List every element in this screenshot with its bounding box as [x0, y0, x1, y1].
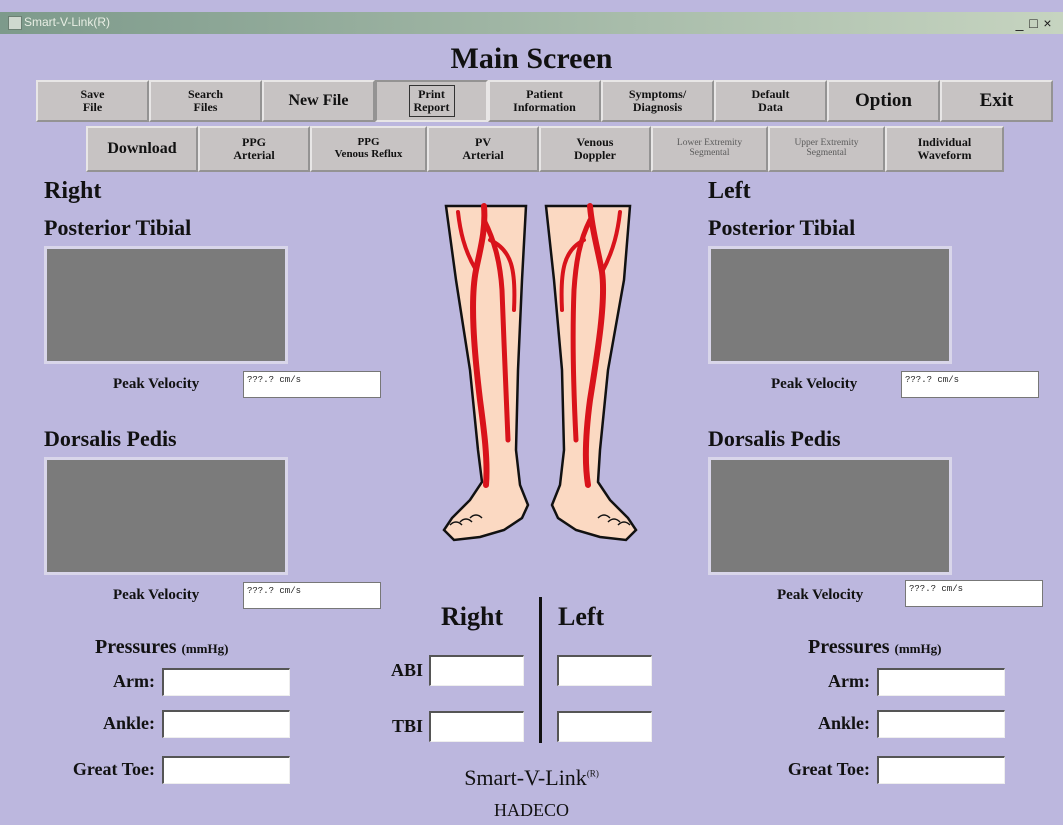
save-file-button[interactable]: Save File: [36, 80, 149, 122]
venous-doppler-button[interactable]: Venous Doppler: [539, 126, 651, 172]
left-posterior-tibial-waveform: [708, 246, 952, 364]
ppg-arterial-button[interactable]: PPG Arterial: [198, 126, 310, 172]
company-name: HADECO: [494, 800, 569, 820]
tbi-right-field[interactable]: [429, 711, 524, 742]
btn-line: Data: [758, 100, 783, 114]
tbi-left-field[interactable]: [557, 711, 652, 742]
right-dorsalis-pedis-waveform: [44, 457, 288, 575]
left-dorsalis-pedis-label: Dorsalis Pedis: [708, 426, 841, 451]
window-title: Smart-V-Link(R): [24, 15, 111, 29]
app-icon: [8, 16, 22, 30]
symptoms-diagnosis-button[interactable]: Symptoms/Diagnosis: [601, 80, 714, 122]
pressures-unit: (mmHg): [181, 641, 229, 656]
btn-line: Arterial: [462, 148, 504, 162]
btn-line: Segmental: [689, 148, 730, 158]
left-pt-peak-velocity-field[interactable]: ???.? cm/s: [901, 371, 1039, 398]
left-heading: Left: [708, 178, 751, 204]
pv-arterial-button[interactable]: PV Arterial: [427, 126, 539, 172]
right-leg-shape: [442, 204, 530, 542]
maximize-button[interactable]: □: [1027, 15, 1041, 31]
left-arm-label: Arm:: [828, 671, 870, 691]
left-arm-field[interactable]: [877, 668, 1005, 696]
left-leg-shape: [544, 204, 638, 542]
ppg-venous-reflux-button[interactable]: PPG Venous Reflux: [310, 126, 427, 172]
right-ankle-label: Ankle:: [102, 713, 155, 733]
screen-title: Main Screen: [450, 42, 613, 75]
tbi-label: TBI: [391, 716, 423, 736]
peak-velocity-label: Peak Velocity: [771, 376, 858, 392]
right-ankle-field[interactable]: [162, 710, 290, 738]
left-pressures-heading: Pressures (mmHg): [808, 636, 941, 659]
btn-line: Waveform: [917, 148, 972, 162]
column-divider: [539, 597, 542, 743]
abi-right-field[interactable]: [429, 655, 524, 686]
right-dorsalis-pedis-label: Dorsalis Pedis: [44, 426, 177, 451]
registered-mark: (R): [586, 768, 599, 779]
btn-line: Venous Reflux: [334, 148, 403, 160]
btn-line: Option: [854, 90, 913, 112]
brand-text: Smart-V-Link: [464, 765, 587, 790]
minimize-button[interactable]: _: [1013, 15, 1027, 31]
peak-velocity-label: Peak Velocity: [777, 587, 864, 603]
btn-line: Exit: [979, 90, 1014, 112]
index-right-heading: Right: [441, 602, 504, 631]
btn-line: File: [82, 100, 103, 114]
right-arm-field[interactable]: [162, 668, 290, 696]
right-posterior-tibial-waveform: [44, 246, 288, 364]
btn-line: New File: [288, 91, 349, 109]
left-posterior-tibial-label: Posterior Tibial: [708, 215, 856, 240]
left-dorsalis-pedis-waveform: [708, 457, 952, 575]
individual-waveform-button[interactable]: Individual Waveform: [885, 126, 1004, 172]
title-bar: Smart-V-Link(R) _ □ ×: [0, 12, 1063, 34]
btn-line: Files: [193, 100, 218, 114]
brand-name: Smart-V-Link(R): [0, 765, 1063, 791]
option-button[interactable]: Option: [827, 80, 940, 122]
btn-line: Information: [513, 100, 576, 114]
right-dp-peak-velocity-field[interactable]: ???.? cm/s: [243, 582, 381, 609]
new-file-button[interactable]: New File: [262, 80, 375, 122]
peak-velocity-label: Peak Velocity: [113, 587, 200, 603]
patient-information-button[interactable]: Patient Information: [488, 80, 601, 122]
btn-line: Diagnosis: [632, 100, 683, 114]
right-posterior-tibial-label: Posterior Tibial: [44, 215, 192, 240]
btn-line: Arterial: [233, 148, 275, 162]
app-window: Smart-V-Link(R) _ □ × Main Screen Save File…: [0, 0, 1063, 825]
pressures-label: Pressures: [808, 636, 890, 658]
index-left-heading: Left: [558, 602, 605, 631]
abi-left-field[interactable]: [557, 655, 652, 686]
btn-line: Download: [107, 139, 177, 157]
left-ankle-label: Ankle:: [817, 713, 870, 733]
exit-button[interactable]: Exit: [940, 80, 1053, 122]
btn-line: PPG: [357, 136, 380, 149]
right-arm-label: Arm:: [113, 671, 155, 691]
default-data-button[interactable]: Default Data: [714, 80, 827, 122]
search-files-button[interactable]: Search Files: [149, 80, 262, 122]
right-pt-peak-velocity-field[interactable]: ???.? cm/s: [243, 371, 381, 398]
peak-velocity-label: Peak Velocity: [113, 376, 200, 392]
btn-line: Segmental: [806, 148, 847, 158]
btn-line: Doppler: [574, 148, 616, 162]
upper-extremity-segmental-button[interactable]: Upper Extremity Segmental: [768, 126, 885, 172]
left-dp-peak-velocity-field[interactable]: ???.? cm/s: [905, 580, 1043, 607]
right-pressures-heading: Pressures (mmHg): [95, 636, 228, 659]
abi-label: ABI: [390, 660, 423, 680]
download-button[interactable]: Download: [86, 126, 198, 172]
btn-line: Report: [413, 100, 450, 114]
print-report-button[interactable]: Print Report: [375, 80, 488, 122]
left-ankle-field[interactable]: [877, 710, 1005, 738]
close-button[interactable]: ×: [1041, 15, 1055, 31]
pressures-unit: (mmHg): [894, 641, 942, 656]
btn-line: Lower Extremity: [676, 138, 743, 149]
btn-line: Upper Extremity: [794, 138, 859, 149]
lower-extremity-segmental-button[interactable]: Lower Extremity Segmental: [651, 126, 768, 172]
pressures-label: Pressures: [95, 636, 177, 658]
right-heading: Right: [44, 178, 102, 204]
legs-illustration: [442, 203, 638, 542]
